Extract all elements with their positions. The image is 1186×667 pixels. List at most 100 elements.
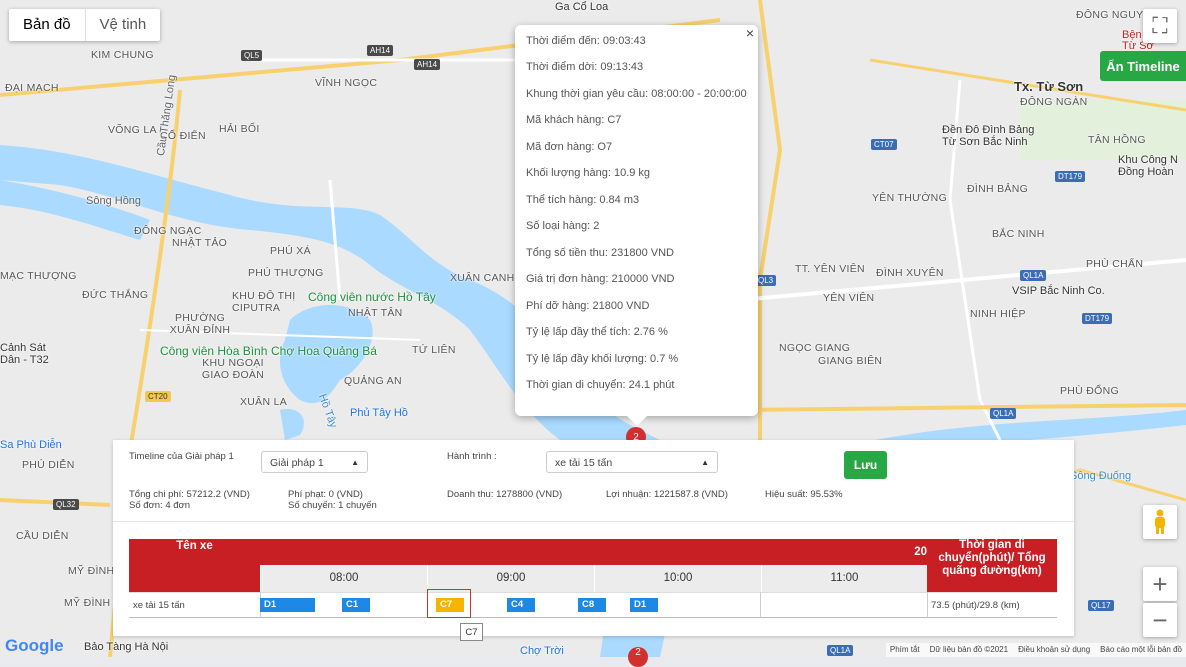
map-label: GIANG BIÊN: [818, 355, 883, 367]
map-label: NHẬT TÂN: [348, 307, 403, 319]
map-label: VSIP Bắc Ninh Co.: [1012, 285, 1105, 297]
map-label: TÂN HỒNG: [1088, 134, 1146, 146]
road-badge: QL17: [1088, 600, 1114, 611]
map-label: Sông Hồng: [86, 195, 142, 207]
hide-timeline-button[interactable]: Ẩn Timeline: [1100, 51, 1186, 81]
zoom-in-button[interactable]: +: [1143, 567, 1177, 601]
map-label-poi: Sa Phù Diễn: [0, 439, 62, 451]
footer-link-terms[interactable]: Điều khoản sử dụng: [1018, 643, 1090, 657]
info-row: Thời điểm đến: 09:03:43: [526, 35, 646, 47]
road-badge: QL3: [755, 275, 777, 286]
column-header-date: 20: [260, 539, 927, 565]
close-icon[interactable]: ×: [746, 25, 754, 41]
timeline-title: Timeline của Giải pháp 1: [129, 451, 234, 462]
map-label: Sông Đuống: [1070, 470, 1132, 482]
map-label: MỸ ĐÌNH II: [64, 597, 121, 609]
road-badge: DT179: [1055, 171, 1086, 182]
map-label-poi: Chợ Hoa Quảng Bá: [271, 344, 377, 358]
road-badge: QL32: [53, 499, 79, 510]
map-type-map-button[interactable]: Bản đồ: [9, 9, 85, 41]
info-row: Khung thời gian yêu cầu: 08:00:00 - 20:0…: [526, 88, 747, 100]
route-select-value: xe tải 15 tấn: [555, 457, 613, 469]
map-footer: Phím tắt Dữ liệu bản đồ ©2021 Điều khoản…: [885, 643, 1186, 657]
timeline-block[interactable]: D1: [630, 598, 658, 612]
hour-header: 10:00: [594, 565, 761, 592]
footer-link-shortcuts[interactable]: Phím tắt: [890, 643, 920, 657]
map-label: YÊN THƯỜNG: [872, 192, 948, 204]
map-label: TT. YÊN VIÊN: [795, 263, 865, 275]
map-label: NINH HIỆP: [970, 308, 1026, 320]
selected-highlight: [427, 589, 471, 618]
timeline-block[interactable]: D1: [260, 598, 315, 612]
info-row: Tỷ lệ lấp đầy khối lượng: 0.7 %: [526, 353, 679, 365]
map-label: ĐÔNG NGẠC: [134, 225, 202, 237]
map-label: MỸ ĐÌNH: [68, 565, 115, 577]
solution-select[interactable]: Giải pháp 1 ▲: [261, 451, 368, 473]
road-badge: CT07: [871, 139, 897, 150]
map-label: Khu Công N Đồng Hoàn: [1118, 154, 1178, 178]
timeline-panel: Timeline của Giải pháp 1 Giải pháp 1 ▲ H…: [113, 440, 1074, 641]
map-label: PHÚ DIỄN: [22, 459, 75, 471]
info-row: Thể tích hàng: 0.84 m3: [526, 194, 640, 206]
road-badge: QL1A: [1020, 270, 1047, 281]
map-label: QUẢNG AN: [344, 375, 402, 387]
info-row: Phí dỡ hàng: 21800 VND: [526, 300, 650, 312]
travel-summary: 73.5 (phút)/29.8 (km): [931, 600, 1020, 611]
map-label: HẢI BỐI: [219, 123, 260, 135]
divider: [113, 521, 1074, 522]
map-label: Đền Đô Đình Bảng Từ Sơn Bắc Ninh: [942, 124, 1035, 148]
route-select[interactable]: xe tải 15 tấn ▲: [546, 451, 718, 473]
map-type-satellite-button[interactable]: Vệ tinh: [86, 9, 161, 41]
map-label: ĐÌNH XUYÊN: [876, 267, 944, 279]
info-window: × Thời điểm đến: 09:03:43 Thời điểm dời:…: [515, 25, 758, 426]
timeline-block[interactable]: C1: [342, 598, 370, 612]
info-row: Tỷ lệ lấp đầy thể tích: 2.76 %: [526, 326, 668, 338]
map-label: XUÂN CANH: [450, 272, 515, 284]
info-row: Mã khách hàng: C7: [526, 114, 622, 126]
route-marker[interactable]: 2: [628, 647, 648, 667]
divider: [760, 592, 761, 618]
map-label: PHƯỜNG XUÂN ĐỈNH: [169, 312, 231, 336]
hour-header: 08:00: [260, 565, 427, 592]
map-label: Cảnh Sát Dân - T32: [0, 342, 49, 366]
road-badge: DT179: [1082, 313, 1113, 324]
profit: Lợi nhuận: 1221587.8 (VND): [606, 489, 728, 500]
block-tooltip: C7: [460, 623, 483, 641]
info-row: Thời gian di chuyển: 24.1 phút: [526, 379, 675, 391]
info-row: Tổng số tiền thu: 231800 VND: [526, 247, 674, 259]
map-label: Tx. Từ Sơn: [1014, 79, 1084, 94]
road-badge: AH14: [414, 59, 441, 70]
map-label: NGỌC GIANG: [779, 342, 851, 354]
zoom-out-button[interactable]: −: [1143, 603, 1177, 637]
map-label: ĐÔNG NGÀN: [1020, 96, 1088, 108]
map-label: XUÂN LA: [240, 396, 288, 408]
save-button[interactable]: Lưu: [844, 451, 887, 479]
solution-select-value: Giải pháp 1: [270, 457, 324, 469]
map-label: MẠC THƯỢNG: [0, 270, 77, 282]
map-label: PHÚ XÁ: [270, 245, 311, 257]
map-label: ĐẠI MẠCH: [5, 82, 59, 94]
road-badge: QL1A: [827, 645, 854, 656]
total-cost: Tổng chi phí: 57212.2 (VND): [129, 489, 250, 500]
map-label: BẮC NINH: [992, 228, 1045, 240]
map-label: KHU ĐÔ THỊ CIPUTRA: [232, 290, 296, 314]
road-badge: CT20: [145, 391, 171, 402]
map-label-poi: Công viên Hòa Bình: [160, 344, 268, 358]
timeline-block[interactable]: C4: [507, 598, 535, 612]
google-logo: Google: [5, 636, 64, 655]
map-label: Bảo Tàng Hà Nội: [84, 641, 169, 653]
map-label: TỨ LIÊN: [412, 344, 456, 356]
map-label-poi: Công viên nước Hồ Tây: [308, 290, 436, 304]
map-label-poi: Phủ Tây Hồ: [350, 407, 408, 419]
info-row: Mã đơn hàng: O7: [526, 141, 613, 153]
hour-header: 09:00: [427, 565, 594, 592]
street-view-pegman-icon[interactable]: [1143, 505, 1177, 539]
footer-link-report[interactable]: Báo cáo một lỗi bản đồ: [1100, 643, 1182, 657]
timeline-block[interactable]: C8: [578, 598, 606, 612]
efficiency: Hiệu suất: 95.53%: [765, 489, 843, 500]
caret-icon: ▲: [701, 458, 709, 467]
footer-map-data: Dữ liệu bản đồ ©2021: [929, 645, 1009, 654]
fullscreen-icon[interactable]: ⛶: [1143, 9, 1177, 43]
info-row: Khối lượng hàng: 10.9 kg: [526, 167, 651, 179]
map-label: PHÚ THƯỢNG: [248, 267, 324, 279]
